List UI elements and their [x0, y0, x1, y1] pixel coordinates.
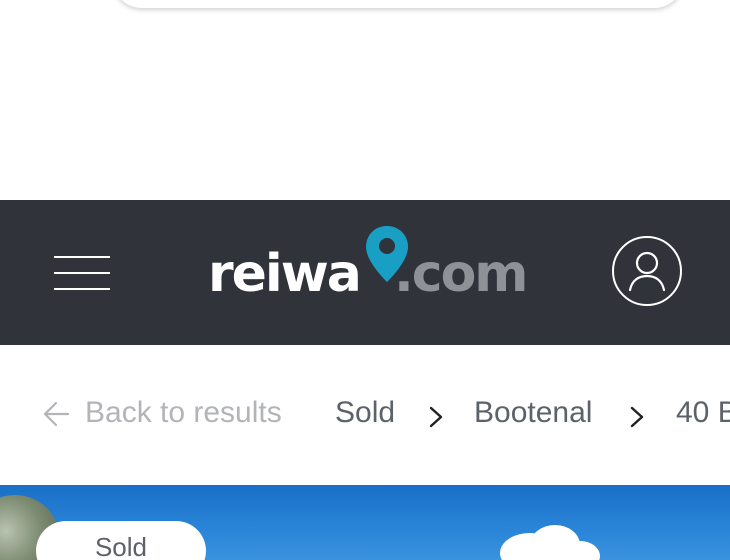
property-hero-image[interactable]: Sold	[0, 485, 730, 560]
breadcrumb-item-address[interactable]: 40 B	[676, 396, 730, 430]
site-header: reiwa .com	[0, 200, 730, 345]
breadcrumb-item-sold[interactable]: Sold	[335, 396, 395, 430]
user-icon	[628, 251, 666, 292]
reiwa-logo[interactable]: reiwa .com	[208, 224, 528, 304]
logo-text: reiwa	[208, 244, 362, 304]
back-label: Back to results	[85, 396, 282, 429]
account-button[interactable]	[612, 236, 682, 306]
sold-badge: Sold	[36, 521, 206, 560]
chevron-right-icon	[630, 406, 644, 428]
logo-suffix: .com	[394, 244, 528, 304]
chevron-right-icon	[429, 406, 443, 428]
top-card	[112, 0, 684, 8]
cloud	[560, 541, 600, 560]
breadcrumb: Back to results Sold Bootenal 40 B	[0, 380, 730, 450]
breadcrumb-item-suburb[interactable]: Bootenal	[474, 396, 592, 430]
arrow-left-icon	[43, 401, 70, 427]
page: reiwa .com Back to results Sold Bootenal	[0, 0, 730, 560]
menu-icon[interactable]	[54, 256, 110, 292]
